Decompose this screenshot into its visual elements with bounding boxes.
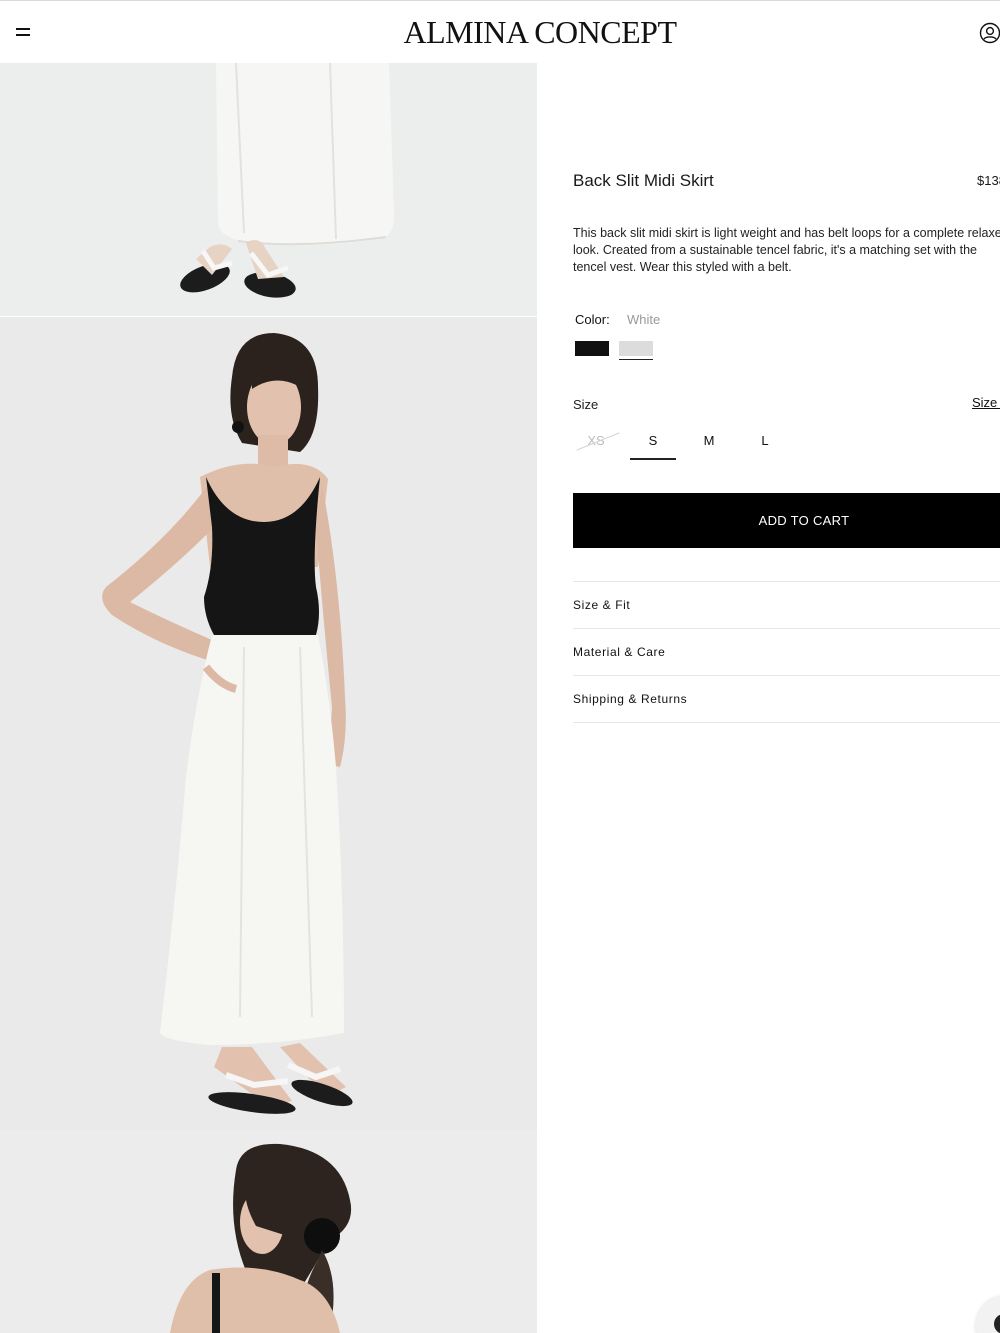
- color-swatch-black[interactable]: [575, 341, 609, 356]
- accordion-label: Size & Fit: [573, 598, 631, 612]
- chat-icon: [994, 1314, 1000, 1333]
- selected-swatch-underline: [619, 359, 653, 360]
- size-guide-link[interactable]: Size Guide: [972, 395, 1000, 410]
- size-label: Size: [573, 397, 599, 412]
- size-option-l[interactable]: L: [742, 424, 788, 460]
- color-label: Color:: [575, 312, 610, 327]
- accordion-label: Shipping & Returns: [573, 692, 688, 706]
- product-info-panel: Back Slit Midi Skirt $138 This back slit…: [573, 0, 1000, 1333]
- accordion-material-care[interactable]: Material & Care: [573, 628, 1000, 675]
- selected-color-value: White: [627, 312, 661, 327]
- size-option-label: M: [703, 433, 715, 448]
- accordion-divider: [573, 722, 1000, 723]
- skirt-lower-detail-photo[interactable]: [0, 63, 537, 316]
- product-description: This back slit midi skirt is light weigh…: [573, 226, 1000, 274]
- add-to-cart-label: ADD TO CART: [758, 513, 850, 528]
- model-back-view-photo[interactable]: [0, 1130, 537, 1333]
- product-title: Back Slit Midi Skirt: [573, 171, 714, 190]
- add-to-cart-button[interactable]: ADD TO CART: [573, 493, 1000, 548]
- accordion-size-fit[interactable]: Size & Fit: [573, 581, 1000, 628]
- size-option-xs[interactable]: XS: [573, 424, 620, 460]
- accordion-shipping-returns[interactable]: Shipping & Returns: [573, 675, 1000, 722]
- size-option-label: S: [648, 433, 658, 448]
- color-swatch-white[interactable]: [619, 341, 653, 356]
- size-option-s[interactable]: S: [630, 424, 676, 460]
- accordion-label: Material & Care: [573, 645, 666, 659]
- product-image-gallery: [0, 63, 537, 1333]
- hamburger-menu-icon[interactable]: [14, 25, 32, 39]
- product-price: $138: [977, 173, 1000, 188]
- size-option-label: L: [761, 433, 769, 448]
- size-option-m[interactable]: M: [686, 424, 732, 460]
- model-full-length-photo[interactable]: [0, 317, 537, 1130]
